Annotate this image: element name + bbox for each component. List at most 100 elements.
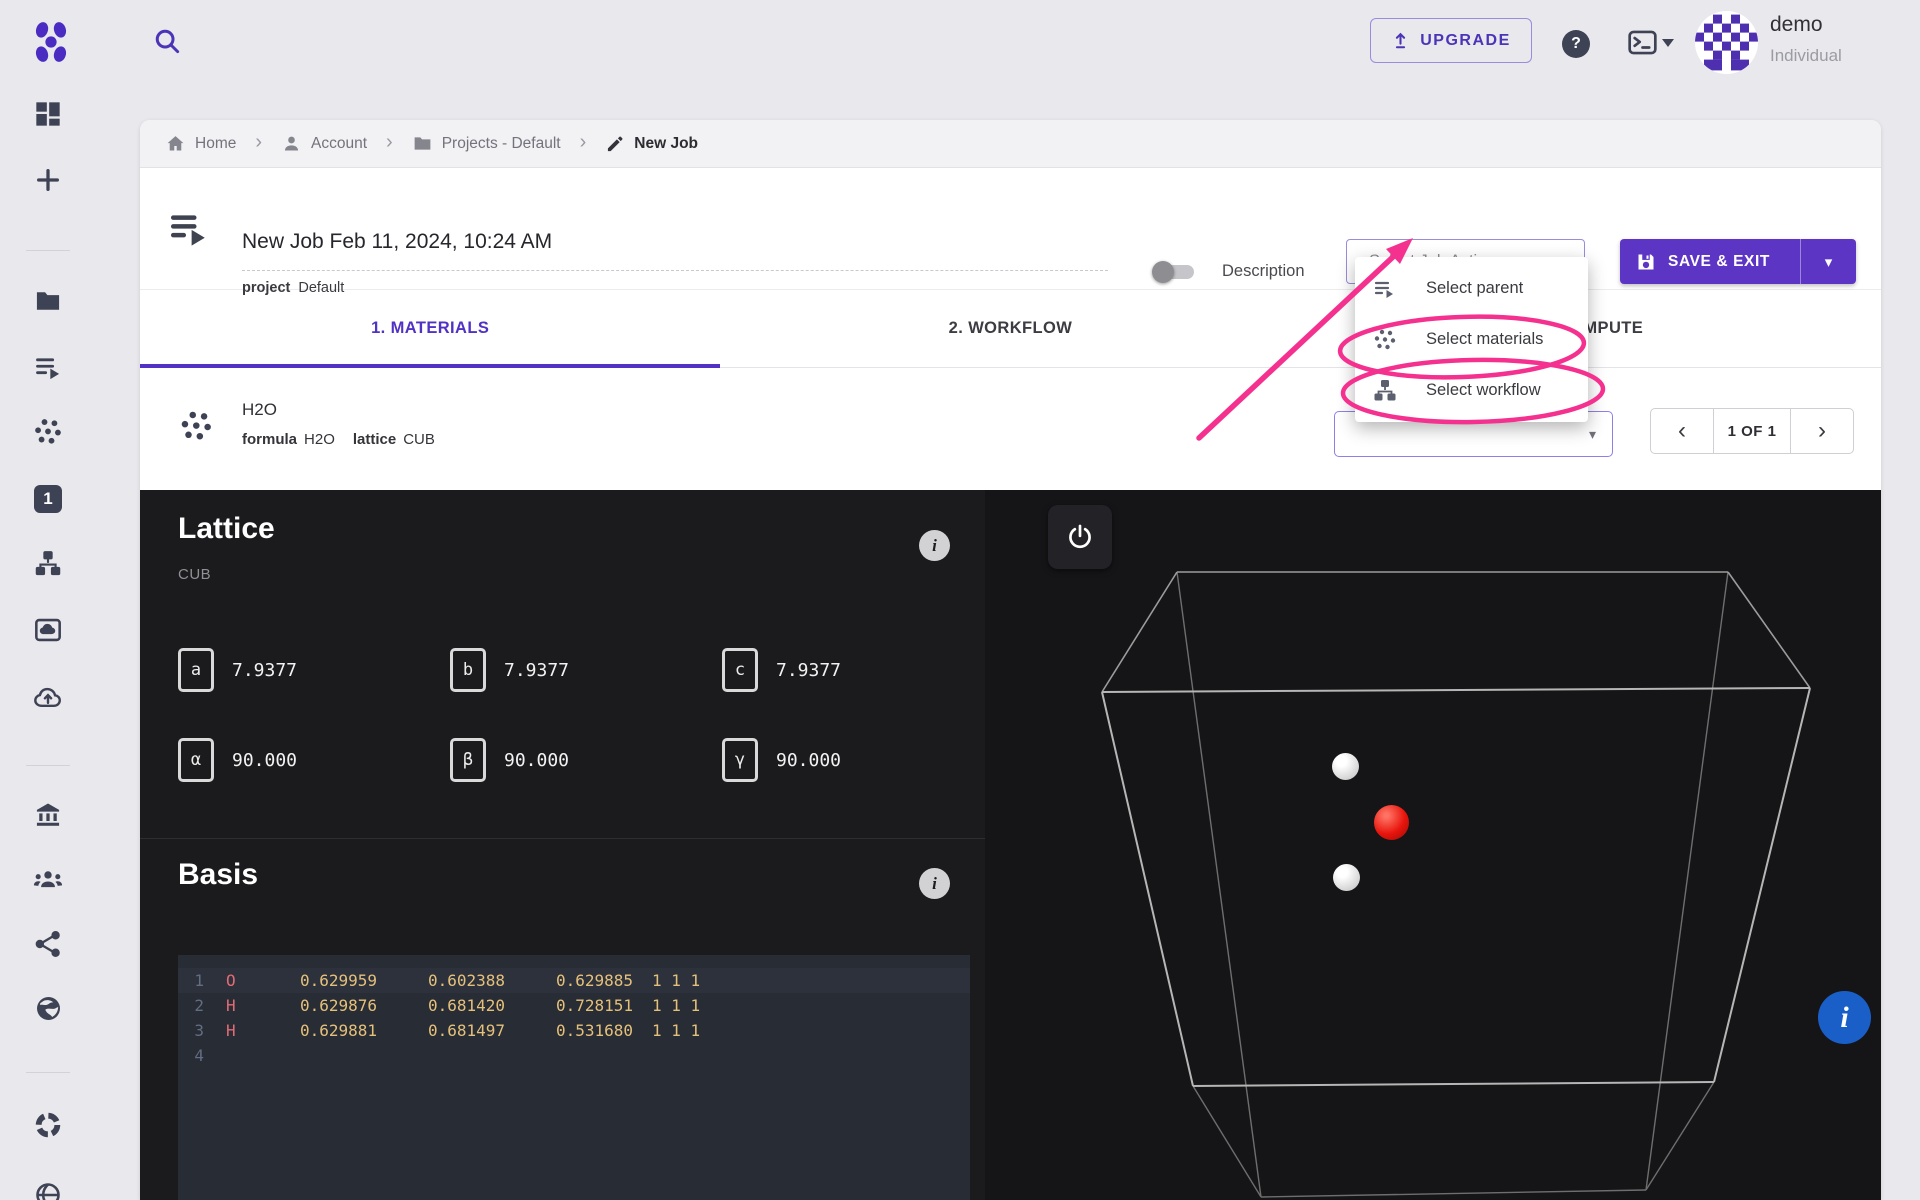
sidebar-item-projects[interactable] [33,286,63,316]
chevron-down-icon [1662,38,1674,47]
save-exit-button[interactable]: SAVE & EXIT ▾ [1620,239,1856,284]
lattice-param-alpha: α 90.000 [178,738,297,782]
sidebar-item-support[interactable] [33,1110,63,1140]
upgrade-label: UPGRADE [1420,31,1511,49]
sidebar-item-cloud-upload[interactable] [33,681,63,711]
workspace: Lattice i CUB a 7.9377 b 7.9377 c 7.9377… [140,490,1881,1200]
lattice-value: CUB [403,431,435,448]
sidebar-item-workflows[interactable] [33,549,63,579]
basis-code-editor[interactable]: 1 O 0.629959 0.602388 0.629885 1 1 1 2 H 0.6298… [178,955,970,1200]
menu-item-select-materials[interactable]: Select materials [1355,314,1588,365]
console-menu-button[interactable] [1628,30,1674,55]
param-value[interactable]: 90.000 [504,750,569,771]
lattice-info-icon[interactable]: i [919,530,950,561]
material-summary: formula H2O lattice CUB [242,431,435,448]
basis-title: Basis [178,858,259,891]
lattice-param-beta: β 90.000 [450,738,569,782]
folder-icon [412,133,433,154]
sidebar-item-jobs[interactable] [33,353,63,383]
basis-line[interactable]: 4 [178,1043,970,1068]
basis-info-icon[interactable]: i [919,868,950,899]
save-exit-label: SAVE & EXIT [1668,252,1770,270]
menu-item-label: Select materials [1426,330,1544,348]
pager-prev-button[interactable]: ‹ [1651,409,1713,453]
select-parent-icon [1373,277,1397,301]
param-symbol: a [178,648,214,692]
person-icon [281,133,302,154]
select-materials-icon [1373,328,1397,352]
sidebar-item-dashboard[interactable] [33,99,63,129]
param-value[interactable]: 90.000 [776,750,841,771]
param-value[interactable]: 7.9377 [232,660,297,681]
sidebar-item-create[interactable] [33,165,63,195]
app-logo[interactable] [28,19,74,65]
menu-item-label: Select parent [1426,279,1524,297]
job-title[interactable]: New Job Feb 11, 2024, 10:24 AM [242,230,552,254]
upgrade-button[interactable]: UPGRADE [1370,18,1532,63]
toggle-knob [1152,261,1174,283]
sidebar-item-share[interactable] [33,929,63,959]
structure-viewer-3d[interactable]: i [985,490,1881,1200]
select-workflow-icon [1373,379,1397,403]
breadcrumb-separator: › [579,131,587,153]
search-icon[interactable] [152,26,182,56]
breadcrumb-separator: › [386,131,393,153]
lattice-title: Lattice [178,512,275,545]
avatar[interactable] [1695,11,1758,74]
formula-value: H2O [304,431,335,448]
param-value[interactable]: 90.000 [232,750,297,771]
save-split-caret[interactable]: ▾ [1800,239,1856,284]
user-plan: Individual [1770,46,1842,65]
basis-line[interactable]: 2 H 0.629876 0.681420 0.728151 1 1 1 [178,993,970,1018]
chevron-down-icon: ▾ [1588,425,1596,442]
material-name[interactable]: H2O [242,400,277,420]
breadcrumb-account[interactable]: Account [281,133,367,154]
lattice-type: CUB [178,566,212,583]
job-title-underline [242,270,1108,271]
lattice-param-gamma: γ 90.000 [722,738,841,782]
menu-item-select-workflow[interactable]: Select workflow [1355,365,1588,416]
sidebar-item-bank[interactable]: 1 [33,484,63,514]
sidebar-item-materials[interactable] [33,417,63,447]
user-name[interactable]: demo [1770,13,1823,37]
sidebar-item-explore[interactable] [33,1180,63,1200]
param-value[interactable]: 7.9377 [504,660,569,681]
sidebar-item-team[interactable] [33,864,63,894]
param-value[interactable]: 7.9377 [776,660,841,681]
atom-hydrogen[interactable] [1333,864,1360,891]
lattice-param-b: b 7.9377 [450,648,569,692]
description-toggle[interactable] [1152,252,1198,290]
atom-hydrogen[interactable] [1332,753,1359,780]
lattice-param-c: c 7.9377 [722,648,841,692]
basis-line[interactable]: 1 O 0.629959 0.602388 0.629885 1 1 1 [178,968,970,993]
sidebar-item-media[interactable] [33,615,63,645]
breadcrumb-home[interactable]: Home [165,133,236,154]
save-exit-main[interactable]: SAVE & EXIT [1620,252,1800,272]
tab-materials[interactable]: 1. MATERIALS [140,290,721,368]
breadcrumb-projects[interactable]: Projects - Default [412,133,561,154]
square-one-icon: 1 [34,485,62,513]
save-icon [1636,252,1656,272]
pager-next-button[interactable]: › [1791,409,1853,453]
param-symbol: β [450,738,486,782]
lattice-label: lattice [352,431,397,448]
sidebar-divider [26,1072,70,1073]
sidebar-item-organization[interactable] [33,799,63,829]
viewer-info-button[interactable]: i [1818,991,1871,1044]
breadcrumb: Home › Account › Projects - Default › Ne… [140,120,1881,168]
job-type-icon [168,208,210,250]
tab-workflow[interactable]: 2. WORKFLOW [720,290,1300,367]
menu-item-select-parent[interactable]: Select parent [1355,263,1588,314]
chevron-down-icon: ▾ [1824,253,1833,271]
help-icon[interactable]: ? [1562,30,1590,58]
description-label: Description [1222,262,1305,280]
job-header: New Job Feb 11, 2024, 10:24 AM project De… [140,168,1881,296]
sidebar-item-public[interactable] [33,993,63,1023]
param-symbol: c [722,648,758,692]
viewer-power-button[interactable] [1048,505,1112,569]
basis-line[interactable]: 3 H 0.629881 0.681497 0.531680 1 1 1 [178,1018,970,1043]
unit-cell-wireframe [1101,571,1811,1198]
atom-oxygen[interactable] [1374,805,1409,840]
upload-arrow-icon [1391,31,1410,50]
lattice-param-a: a 7.9377 [178,648,297,692]
